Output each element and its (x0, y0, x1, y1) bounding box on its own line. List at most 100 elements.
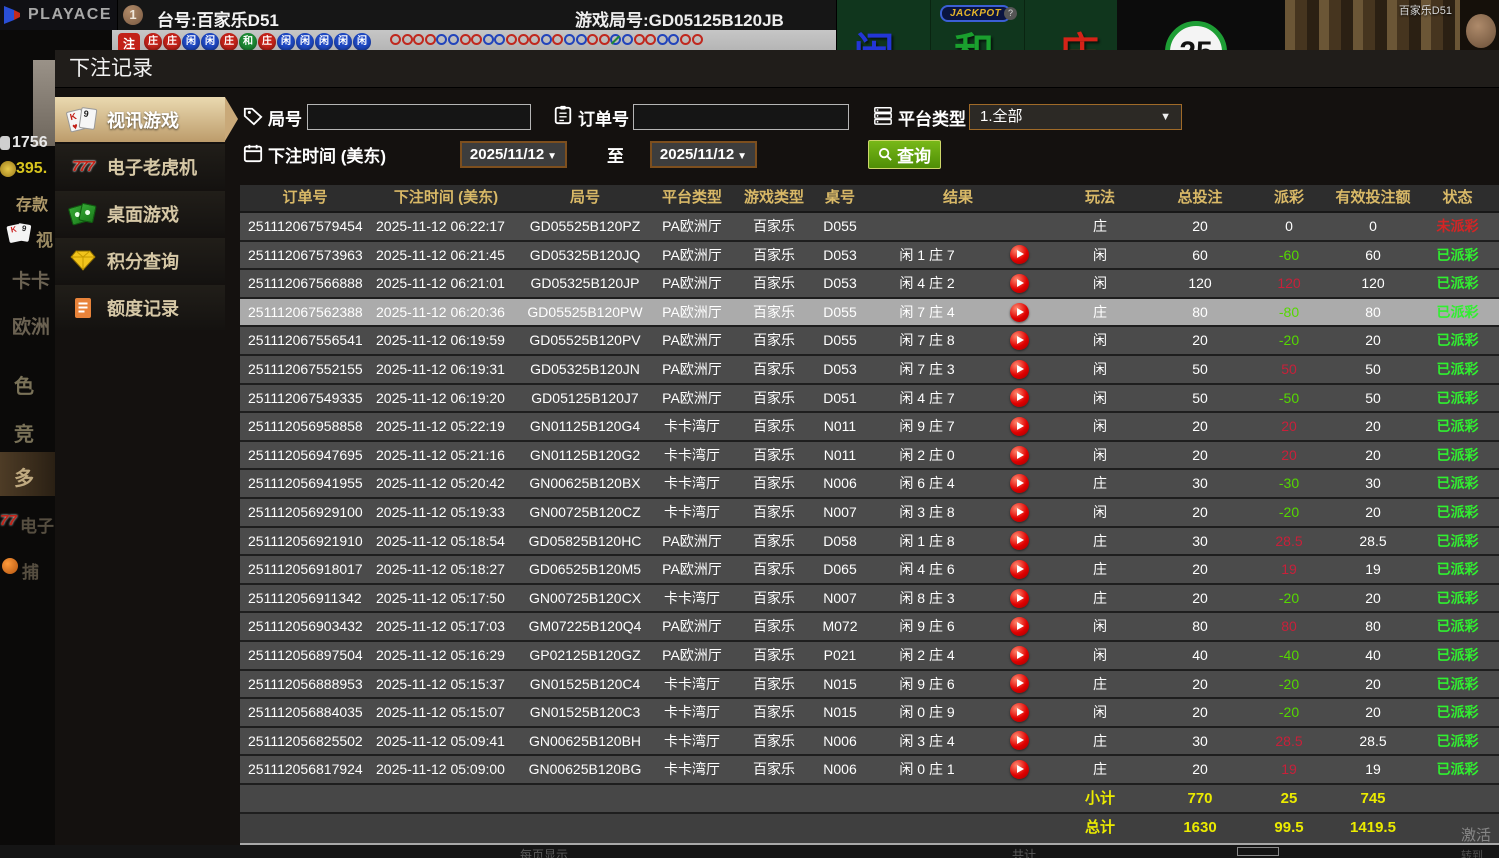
date-to-select[interactable]: 2025/11/12 ▼ (650, 141, 757, 168)
table-row[interactable]: 251112067552155 2025-11-12 06:19:31 GD0532… (240, 355, 1499, 385)
cell-status: 已派彩 (1436, 646, 1479, 663)
cell-round-id: GD05525B120PZ (529, 218, 641, 234)
cell-game-type: 百家乐 (753, 389, 795, 406)
replay-button[interactable] (1010, 331, 1029, 351)
cell-result: 闲 2 庄 4 (868, 642, 1048, 669)
cell-play-type: 庄 (1093, 475, 1107, 492)
bead-road-marker: 庄 (163, 33, 181, 51)
table-row[interactable]: 251112056958858 2025-11-12 05:22:19 GN0112… (240, 413, 1499, 442)
replay-button[interactable] (1010, 702, 1029, 722)
cell-platform: 卡卡湾厅 (664, 446, 720, 463)
table-row[interactable]: 251112056929100 2025-11-12 05:19:33 GN0072… (240, 498, 1499, 528)
cell-round-id: GN00625B120BH (528, 732, 642, 749)
replay-button[interactable] (1010, 445, 1029, 465)
cell-table-id: D058 (823, 532, 857, 549)
playace-logo-text: PLAYACE (28, 6, 113, 23)
table-row[interactable]: 251112056911342 2025-11-12 05:17:50 GN0072… (240, 584, 1499, 614)
result-text: 闲 6 庄 4 (899, 475, 955, 492)
cell-round-id: GN01525B120C4 (529, 675, 641, 692)
replay-button[interactable] (1010, 359, 1029, 379)
replay-button[interactable] (1010, 645, 1029, 665)
nav-item-quota-records[interactable]: 额度记录 (55, 285, 225, 330)
table-row[interactable]: 251112056921910 2025-11-12 05:18:54 GD0582… (240, 527, 1499, 557)
table-row[interactable]: 251112067556541 2025-11-12 06:19:59 GD0552… (240, 327, 1499, 356)
modal-nav: K ♥ 9 视讯游戏 777 电子老虎机桌面游戏积分查询 额度记录 (55, 97, 238, 332)
cell-valid-bet: 50 (1365, 360, 1381, 377)
replay-button[interactable] (1010, 388, 1029, 408)
big-road-marker (401, 34, 413, 45)
cell-round-id: GN01525B120C3 (529, 704, 641, 721)
bead-road-marker: 闲 (334, 33, 352, 51)
table-row[interactable]: 251112056825502 2025-11-12 05:09:41 GN0062… (240, 727, 1499, 757)
jackpot-help-icon[interactable]: ? (1004, 7, 1017, 20)
cell-game-type: 百家乐 (753, 360, 795, 377)
search-button[interactable]: 查询 (868, 140, 941, 169)
cell-bet-time: 2025-11-12 05:09:41 (376, 732, 505, 749)
lobby-fragment-label: 1756 (12, 134, 48, 151)
replay-button[interactable] (1010, 502, 1029, 522)
cell-result: 闲 1 庄 8 (868, 528, 1048, 555)
scene-table-name: 百家乐D51 (1398, 5, 1452, 17)
cell-total-bet: 20 (1192, 761, 1208, 778)
nav-item-video-games[interactable]: K ♥ 9 视讯游戏 (55, 97, 238, 142)
cell-result: 闲 0 庄 1 (868, 756, 1048, 783)
replay-button[interactable] (1010, 302, 1029, 322)
table-row[interactable]: 251112056897504 2025-11-12 05:16:29 GP0212… (240, 641, 1499, 671)
replay-button[interactable] (1010, 674, 1029, 694)
nav-item-label: 桌面游戏 (107, 204, 179, 225)
table-row[interactable]: 251112067573963 2025-11-12 06:21:45 GD0532… (240, 241, 1499, 271)
nav-item-points-query[interactable]: 积分查询 (55, 238, 225, 283)
replay-button[interactable] (1010, 474, 1029, 494)
big-road-marker (552, 34, 564, 45)
nav-item-table-games[interactable]: 桌面游戏 (55, 191, 225, 236)
nav-item-label: 视讯游戏 (107, 110, 179, 131)
cell-payout: -50 (1278, 389, 1300, 406)
result-text: 闲 3 庄 8 (899, 503, 955, 520)
replay-button[interactable] (1010, 760, 1029, 780)
result-text: 闲 4 庄 2 (899, 275, 955, 292)
bet-records-modal: 下注记录 K ♥ 9 视讯游戏 777 电子老虎机 桌面游戏 积分查询 额度记录 局号 订单号 (55, 50, 1499, 845)
table-row[interactable]: 251112067579454 2025-11-12 06:22:17 GD0552… (240, 213, 1499, 242)
cell-total-bet: 20 (1192, 418, 1208, 435)
nav-item-slots[interactable]: 777 电子老虎机 (55, 144, 225, 189)
replay-button[interactable] (1010, 559, 1029, 579)
replay-button[interactable] (1010, 588, 1029, 608)
replay-button[interactable] (1010, 617, 1029, 637)
replay-button[interactable] (1010, 531, 1029, 551)
cell-platform: PA欧洲厅 (662, 618, 722, 635)
table-row[interactable]: 251112056947695 2025-11-12 05:21:16 GN0112… (240, 441, 1499, 471)
replay-button[interactable] (1010, 245, 1029, 265)
cell-status: 已派彩 (1436, 704, 1479, 721)
replay-button[interactable] (1010, 731, 1029, 751)
order-filter-input[interactable] (633, 104, 849, 130)
cell-play-type: 庄 (1093, 732, 1107, 749)
table-row[interactable]: 251112067566888 2025-11-12 06:21:01 GD0532… (240, 270, 1499, 299)
table-row[interactable]: 251112056817924 2025-11-12 05:09:00 GN0062… (240, 756, 1499, 785)
table-row[interactable]: 251112056903432 2025-11-12 05:17:03 GM0722… (240, 613, 1499, 642)
platform-select[interactable]: 1.全部 ▼ (969, 104, 1182, 130)
bead-road-marker: 庄 (258, 33, 276, 51)
table-row[interactable]: 251112067549335 2025-11-12 06:19:20 GD0512… (240, 384, 1499, 414)
round-filter-label: 局号 (268, 110, 302, 129)
cell-bet-time: 2025-11-12 06:19:20 (376, 389, 505, 406)
slot-777-icon: 777 (71, 158, 95, 175)
cell-status: 已派彩 (1436, 332, 1479, 349)
round-filter-input[interactable] (307, 104, 531, 130)
table-row[interactable]: 251112056941955 2025-11-12 05:20:42 GN0062… (240, 470, 1499, 499)
table-row[interactable]: 251112056888953 2025-11-12 05:15:37 GN0152… (240, 670, 1499, 700)
cell-play-type: 闲 (1093, 418, 1107, 435)
cell-valid-bet: 80 (1365, 618, 1381, 635)
big-road-marker (482, 34, 494, 45)
cell-total-bet: 50 (1192, 389, 1208, 406)
replay-button[interactable] (1010, 273, 1029, 293)
table-row[interactable]: 251112067562388 2025-11-12 06:20:36 GD0552… (240, 298, 1499, 328)
cell-game-type: 百家乐 (753, 332, 795, 349)
result-text: 闲 9 庄 6 (899, 618, 955, 635)
table-row[interactable]: 251112056918017 2025-11-12 05:18:27 GD0652… (240, 556, 1499, 585)
cell-payout: 20 (1281, 418, 1297, 435)
date-from-select[interactable]: 2025/11/12 ▼ (460, 141, 567, 168)
cell-bet-time: 2025-11-12 06:22:17 (376, 218, 505, 234)
replay-button[interactable] (1010, 416, 1029, 436)
table-row[interactable]: 251112056884035 2025-11-12 05:15:07 GN0152… (240, 699, 1499, 728)
screen: PLAYACE 1 台号:百家乐D51 游戏局号:GD05125B120JB 注… (0, 0, 1499, 858)
